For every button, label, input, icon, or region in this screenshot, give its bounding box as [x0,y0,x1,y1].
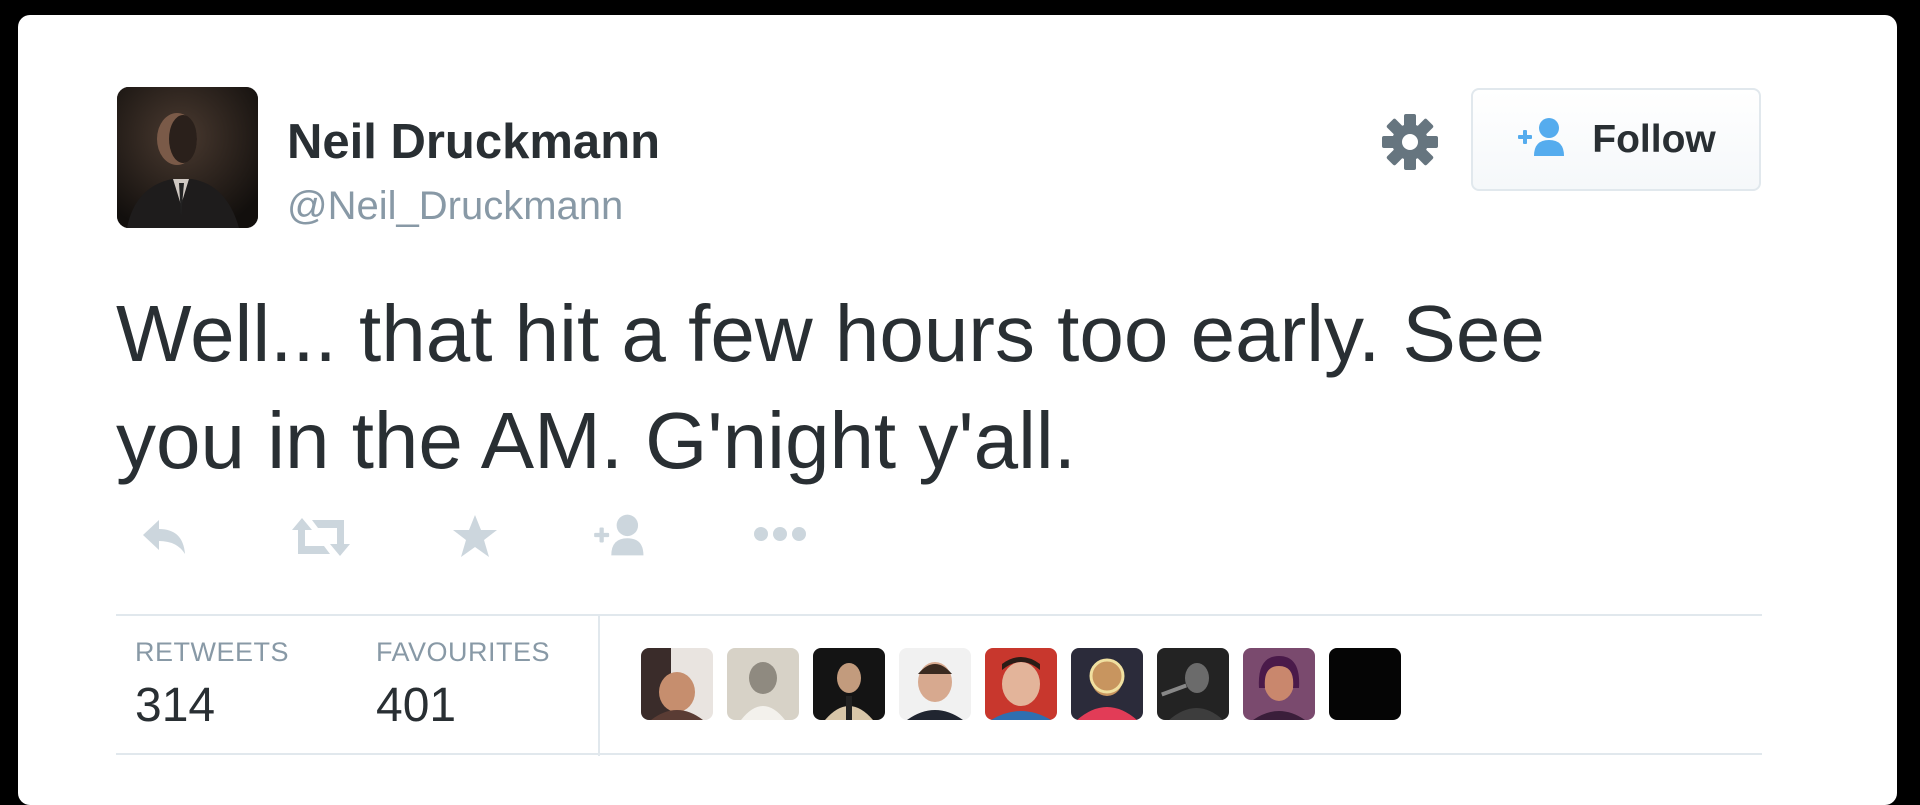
user-thumbnail[interactable] [641,648,713,720]
favouriting-users [641,648,1401,720]
follow-label: Follow [1592,117,1716,161]
add-user-icon[interactable] [592,512,652,563]
user-thumbnail[interactable] [1329,648,1401,720]
reply-icon[interactable] [139,512,189,567]
more-icon[interactable] [751,522,811,551]
user-thumbnail[interactable] [899,648,971,720]
star-icon[interactable] [450,512,500,567]
retweets-label[interactable]: RETWEETS [135,639,289,666]
user-thumbnail[interactable] [727,648,799,720]
add-user-icon [1516,116,1572,163]
favourites-count[interactable]: 401 [376,682,456,730]
tweet-text-line: Well... that hit a few hours too early. … [116,289,1545,378]
favourites-label[interactable]: FAVOURITES [376,639,550,666]
retweets-count[interactable]: 314 [135,682,215,730]
retweet-icon[interactable] [290,512,352,567]
user-thumbnail[interactable] [813,648,885,720]
stats-vertical-divider [598,616,600,756]
user-thumbnail[interactable] [1243,648,1315,720]
user-thumbnail[interactable] [1157,648,1229,720]
user-display-name[interactable]: Neil Druckmann [287,118,660,167]
stats-bottom-divider [116,753,1762,755]
tweet-text-line: you in the AM. G'night y'all. [116,396,1076,485]
tweet-text: Well... that hit a few hours too early. … [116,280,1766,494]
user-thumbnail[interactable] [985,648,1057,720]
user-handle[interactable]: @Neil_Druckmann [287,186,623,226]
gear-icon[interactable] [1377,109,1443,175]
user-avatar[interactable] [117,87,258,228]
follow-button[interactable]: Follow [1471,88,1761,191]
stats-top-divider [116,614,1762,616]
user-thumbnail[interactable] [1071,648,1143,720]
